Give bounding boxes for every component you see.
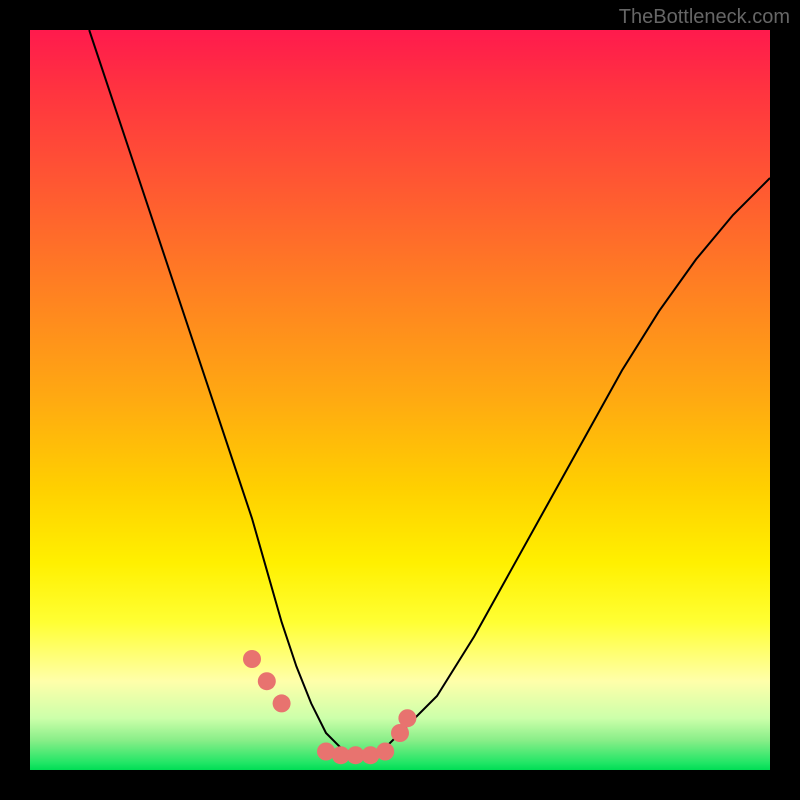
- curve-line: [89, 30, 770, 755]
- marker-point: [398, 709, 416, 727]
- marker-point: [273, 694, 291, 712]
- highlight-markers: [243, 650, 416, 764]
- bottleneck-chart: [30, 30, 770, 770]
- watermark-text: TheBottleneck.com: [619, 6, 790, 29]
- marker-point: [376, 743, 394, 761]
- marker-point: [258, 672, 276, 690]
- marker-point: [243, 650, 261, 668]
